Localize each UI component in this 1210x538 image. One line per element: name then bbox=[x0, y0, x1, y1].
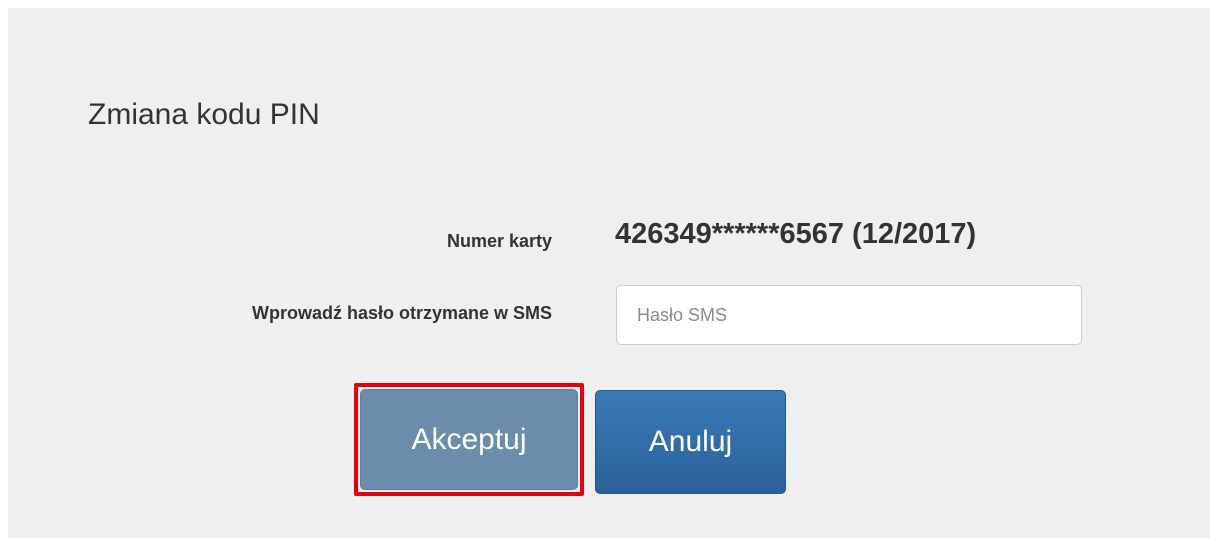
card-number-value: 426349******6567 (12/2017) bbox=[615, 218, 977, 250]
cancel-button[interactable]: Anuluj bbox=[595, 390, 786, 494]
sms-password-label: Wprowadź hasło otrzymane w SMS bbox=[251, 303, 552, 323]
page-title: Zmiana kodu PIN bbox=[88, 98, 320, 131]
accept-button[interactable]: Akceptuj bbox=[360, 389, 578, 490]
card-number-label: Numer karty bbox=[446, 231, 552, 251]
dialog-panel: Zmiana kodu PIN Numer karty 426349******… bbox=[8, 8, 1210, 538]
sms-password-input[interactable] bbox=[616, 285, 1082, 345]
